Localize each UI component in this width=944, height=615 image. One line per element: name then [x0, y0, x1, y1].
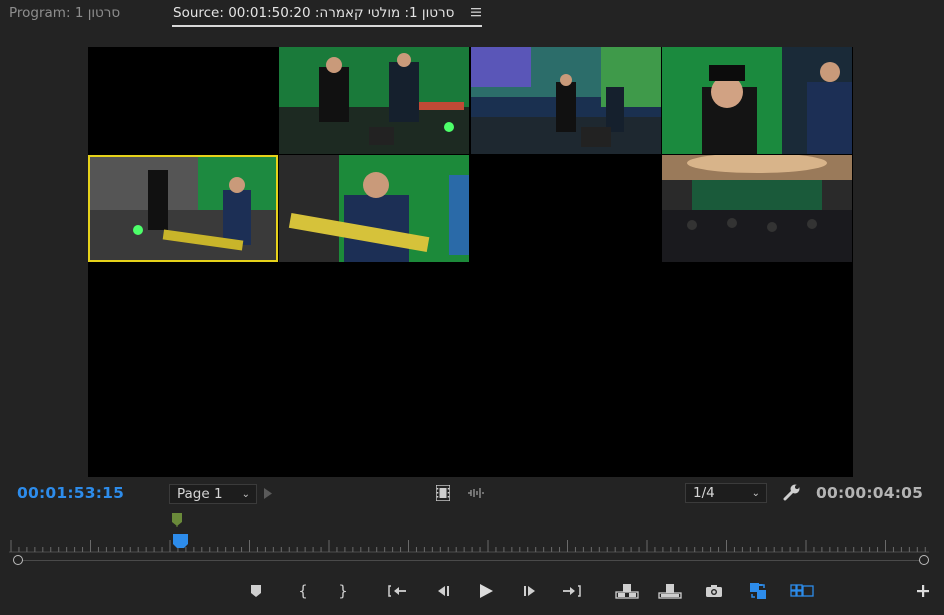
angle-1-empty[interactable]: [88, 47, 278, 154]
playhead[interactable]: [173, 530, 188, 548]
camera-icon: [706, 585, 722, 597]
page-select-value: Page 1: [177, 486, 223, 502]
angle-7-empty[interactable]: [471, 155, 661, 262]
active-tab-underline: [172, 25, 482, 27]
mark-in-icon: {: [298, 582, 308, 600]
audio-waveform-icon[interactable]: [466, 486, 486, 500]
marker-icon: [251, 585, 261, 597]
go-to-out-button[interactable]: [561, 582, 581, 600]
play-right-icon[interactable]: [263, 487, 273, 499]
play-icon: [480, 584, 493, 598]
proxy-icon: [750, 583, 766, 599]
angle-3-thumbnail[interactable]: [471, 47, 661, 154]
scrollbar-left-handle[interactable]: [13, 555, 23, 565]
angle-2-thumbnail[interactable]: [279, 47, 469, 154]
film-icon[interactable]: [435, 484, 451, 501]
step-forward-button[interactable]: [521, 582, 541, 600]
multicam-toggle-button[interactable]: [789, 582, 815, 600]
overwrite-button[interactable]: [657, 582, 683, 600]
hamburger-menu-icon[interactable]: [470, 6, 482, 18]
plus-icon: [917, 585, 929, 597]
step-back-button[interactable]: [432, 582, 452, 600]
go-to-in-icon: [388, 585, 406, 597]
step-back-icon: [438, 586, 449, 596]
insert-icon: [615, 584, 639, 599]
add-marker-button[interactable]: [246, 582, 266, 600]
zoom-select[interactable]: 1/4 ⌄: [685, 483, 767, 503]
tab-program[interactable]: Program: סרטון 1: [9, 5, 120, 21]
go-to-out-icon: [563, 585, 581, 597]
duration-timecode: 00:00:04:05: [816, 484, 924, 502]
chevron-down-icon: ⌄: [751, 488, 760, 499]
add-button[interactable]: [913, 582, 933, 600]
chevron-down-icon: ⌄: [241, 489, 250, 500]
step-forward-icon: [524, 586, 535, 596]
go-to-in-button[interactable]: [388, 582, 408, 600]
angle-5-thumbnail-selected[interactable]: [88, 155, 278, 262]
zoom-scrollbar[interactable]: [18, 560, 924, 561]
multicam-icon: [790, 584, 814, 597]
zoom-select-value: 1/4: [693, 485, 715, 501]
mark-out-button[interactable]: }: [333, 582, 353, 600]
page-select[interactable]: Page 1 ⌄: [169, 484, 257, 504]
marker-flag-icon[interactable]: [172, 513, 182, 527]
multicam-viewer[interactable]: [88, 47, 853, 477]
play-button[interactable]: [476, 582, 496, 600]
export-frame-button[interactable]: [704, 582, 724, 600]
angle-6-thumbnail[interactable]: [279, 155, 469, 262]
wrench-icon[interactable]: [782, 483, 802, 501]
proxy-toggle-button[interactable]: [748, 582, 768, 600]
time-ruler[interactable]: [9, 538, 929, 554]
overwrite-icon: [658, 584, 682, 599]
current-timecode[interactable]: 00:01:53:15: [17, 484, 124, 502]
mark-in-button[interactable]: {: [293, 582, 313, 600]
angle-4-thumbnail[interactable]: [662, 47, 852, 154]
insert-button[interactable]: [614, 582, 640, 600]
tab-source[interactable]: Source: 00:01:50:20 :סרטון 1: מולטי קאמר…: [173, 5, 454, 21]
angle-8-thumbnail[interactable]: [662, 155, 852, 262]
mark-out-icon: }: [338, 582, 348, 600]
scrollbar-right-handle[interactable]: [919, 555, 929, 565]
